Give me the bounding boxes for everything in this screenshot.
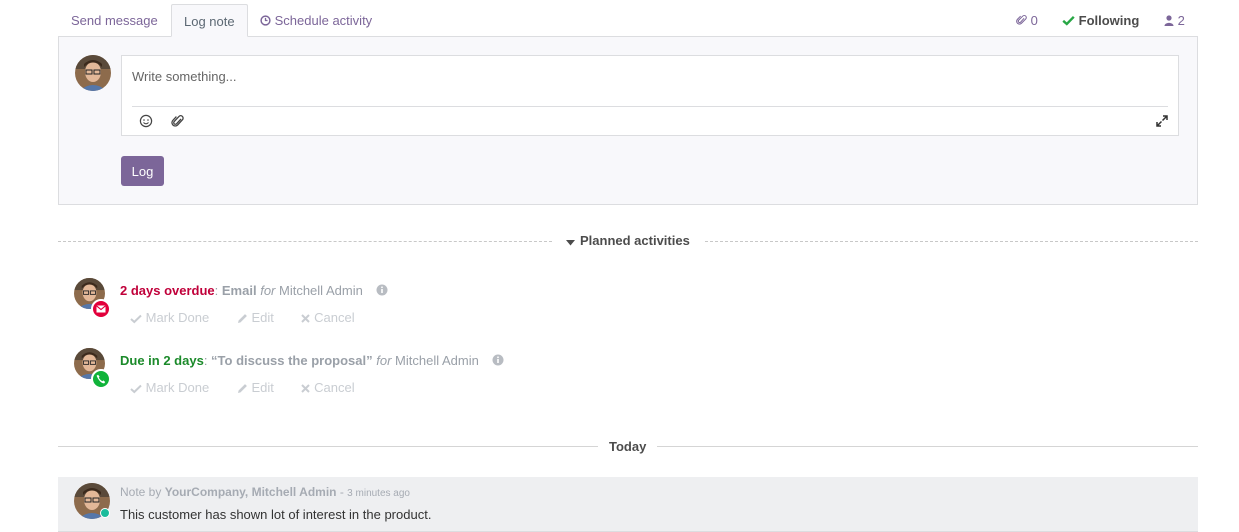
activity-status: 2 days overdue bbox=[120, 283, 215, 298]
following-button[interactable]: Following bbox=[1062, 4, 1139, 37]
chatter-topbar: Send message Log note Schedule activity … bbox=[58, 0, 1198, 37]
caret-down-icon bbox=[566, 234, 575, 249]
emoji-icon[interactable] bbox=[138, 113, 156, 131]
tab-log-note[interactable]: Log note bbox=[171, 4, 248, 37]
mark-done-button[interactable]: Mark Done bbox=[130, 310, 209, 325]
log-button[interactable]: Log bbox=[121, 156, 164, 186]
close-icon bbox=[301, 384, 311, 393]
message-prefix: Note by bbox=[120, 485, 162, 499]
mark-done-button[interactable]: Mark Done bbox=[130, 380, 209, 395]
activity-type: Email bbox=[221, 283, 257, 298]
pencil-icon bbox=[237, 384, 247, 394]
expand-icon[interactable] bbox=[1154, 113, 1172, 131]
check-icon bbox=[130, 314, 142, 323]
envelope-icon bbox=[91, 299, 111, 319]
cancel-button[interactable]: Cancel bbox=[301, 380, 355, 395]
message-author[interactable]: YourCompany, Mitchell Admin bbox=[165, 485, 337, 499]
followers-count: 2 bbox=[1177, 13, 1185, 28]
planned-activities-title: Planned activities bbox=[580, 233, 690, 248]
chatter-message: Note by YourCompany, Mitchell Admin - 3 … bbox=[58, 477, 1198, 532]
info-icon[interactable] bbox=[492, 354, 504, 369]
user-icon bbox=[1164, 5, 1174, 38]
tab-send-message[interactable]: Send message bbox=[71, 4, 158, 37]
attachments-count: 0 bbox=[1030, 13, 1038, 28]
edit-label: Edit bbox=[251, 310, 274, 325]
following-label: Following bbox=[1078, 13, 1140, 28]
paperclip-icon[interactable] bbox=[170, 113, 188, 131]
message-body: This customer has shown lot of interest … bbox=[120, 507, 432, 522]
activity-actions: Mark Done Edit Cancel bbox=[130, 310, 355, 325]
avatar bbox=[75, 55, 111, 91]
edit-button[interactable]: Edit bbox=[237, 380, 274, 395]
online-status-icon bbox=[100, 508, 110, 518]
activity-summary: 2 days overdue: Email for Mitchell Admin bbox=[120, 283, 388, 299]
divider-right bbox=[705, 241, 1198, 242]
activity-type: “To discuss the proposal” bbox=[211, 353, 373, 368]
cancel-label: Cancel bbox=[314, 310, 355, 325]
chatter: Send message Log note Schedule activity … bbox=[0, 0, 1239, 532]
activity-assignee: Mitchell Admin bbox=[279, 283, 363, 298]
cancel-button[interactable]: Cancel bbox=[301, 310, 355, 325]
activity-assignee: Mitchell Admin bbox=[395, 353, 479, 368]
activity-for-label: for bbox=[376, 353, 392, 368]
info-icon[interactable] bbox=[376, 284, 388, 299]
planned-activities-toggle[interactable]: Planned activities bbox=[566, 233, 690, 249]
message-header: Note by YourCompany, Mitchell Admin - 3 … bbox=[120, 485, 410, 499]
check-icon bbox=[1062, 5, 1075, 38]
tab-schedule-activity-label: Schedule activity bbox=[274, 13, 373, 28]
edit-label: Edit bbox=[251, 380, 274, 395]
activity-status: Due in 2 days bbox=[120, 353, 204, 368]
clock-icon bbox=[260, 5, 271, 38]
editor-placeholder: Write something... bbox=[132, 69, 237, 84]
message-editor[interactable]: Write something... bbox=[121, 55, 1179, 136]
mark-done-label: Mark Done bbox=[145, 310, 210, 325]
editor-toolbar-divider bbox=[132, 106, 1168, 107]
log-note-composer: Write something... Log bbox=[58, 36, 1198, 205]
message-time: 3 minutes ago bbox=[347, 488, 410, 499]
followers-button[interactable]: 2 bbox=[1164, 4, 1185, 37]
cancel-label: Cancel bbox=[314, 380, 355, 395]
check-icon bbox=[130, 384, 142, 393]
pencil-icon bbox=[237, 314, 247, 324]
today-divider-left bbox=[58, 446, 598, 447]
edit-button[interactable]: Edit bbox=[237, 310, 274, 325]
activity-for-label: for bbox=[260, 283, 276, 298]
date-separator-today: Today bbox=[609, 439, 647, 454]
tab-schedule-activity[interactable]: Schedule activity bbox=[260, 4, 372, 37]
message-dash: - bbox=[336, 485, 348, 499]
activity-actions: Mark Done Edit Cancel bbox=[130, 380, 355, 395]
close-icon bbox=[301, 314, 311, 323]
phone-icon bbox=[91, 369, 111, 389]
activity-summary: Due in 2 days: “To discuss the proposal”… bbox=[120, 353, 504, 369]
mark-done-label: Mark Done bbox=[145, 380, 210, 395]
attachments-button[interactable]: 0 bbox=[1016, 4, 1038, 37]
paperclip-icon bbox=[1016, 5, 1027, 38]
today-divider-right bbox=[657, 446, 1198, 447]
divider-left bbox=[58, 241, 552, 242]
